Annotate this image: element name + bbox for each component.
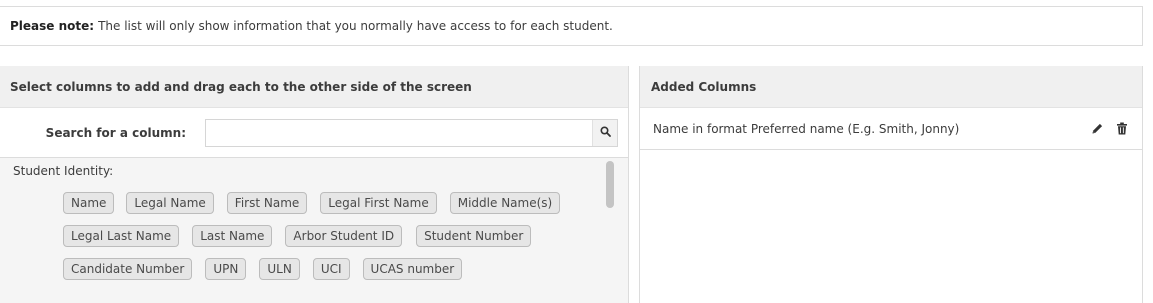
column-search-label: Search for a column:	[45, 125, 186, 140]
group-title-student-identity: Student Identity:	[13, 164, 114, 178]
added-columns-panel: Added Columns Name in format Preferred n…	[639, 66, 1143, 303]
column-chip[interactable]: Arbor Student ID	[285, 225, 403, 247]
column-chip[interactable]: UCAS number	[362, 258, 463, 280]
added-column-item[interactable]: Name in format Preferred name (E.g. Smit…	[640, 108, 1142, 150]
column-search-row: Search for a column:	[0, 108, 628, 158]
column-chips: Name Legal Name First Name Legal First N…	[63, 192, 593, 291]
access-note: Please note: The list will only show inf…	[0, 6, 1143, 46]
search-icon	[599, 125, 611, 140]
search-button[interactable]	[592, 119, 617, 146]
column-chip[interactable]: ULN	[259, 258, 300, 280]
added-column-label: Name in format Preferred name (E.g. Smit…	[653, 121, 960, 136]
column-chip[interactable]: Student Number	[416, 225, 532, 247]
scrollbar-thumb[interactable]	[606, 161, 614, 208]
column-chip[interactable]: First Name	[226, 192, 308, 214]
column-chip[interactable]: Last Name	[192, 225, 273, 247]
column-chip[interactable]: UCI	[312, 258, 350, 280]
note-label: Please note:	[10, 19, 95, 33]
column-chip[interactable]: Legal Name	[126, 192, 214, 214]
column-chip[interactable]: Name	[63, 192, 115, 214]
chip-row: Candidate Number UPN ULN UCI UCAS number	[63, 258, 593, 281]
column-chip[interactable]: Legal Last Name	[63, 225, 180, 247]
pencil-icon[interactable]	[1089, 121, 1105, 137]
column-chip[interactable]: UPN	[205, 258, 247, 280]
note-text: The list will only show information that…	[98, 19, 613, 33]
chip-row: Name Legal Name First Name Legal First N…	[63, 192, 593, 215]
available-columns-panel: Select columns to add and drag each to t…	[0, 66, 629, 303]
column-search-box	[205, 118, 618, 147]
trash-icon[interactable]	[1114, 121, 1130, 137]
added-columns-header: Added Columns	[640, 66, 1142, 108]
chip-row: Legal Last Name Last Name Arbor Student …	[63, 225, 593, 248]
column-list-scrollbar[interactable]	[606, 161, 614, 303]
column-search-input[interactable]	[206, 119, 592, 146]
available-columns-header: Select columns to add and drag each to t…	[0, 66, 628, 108]
column-chip[interactable]: Legal First Name	[320, 192, 437, 214]
column-chip[interactable]: Candidate Number	[63, 258, 193, 280]
column-list: Student Identity: Name Legal Name First …	[0, 158, 628, 303]
column-chip[interactable]: Middle Name(s)	[449, 192, 561, 214]
